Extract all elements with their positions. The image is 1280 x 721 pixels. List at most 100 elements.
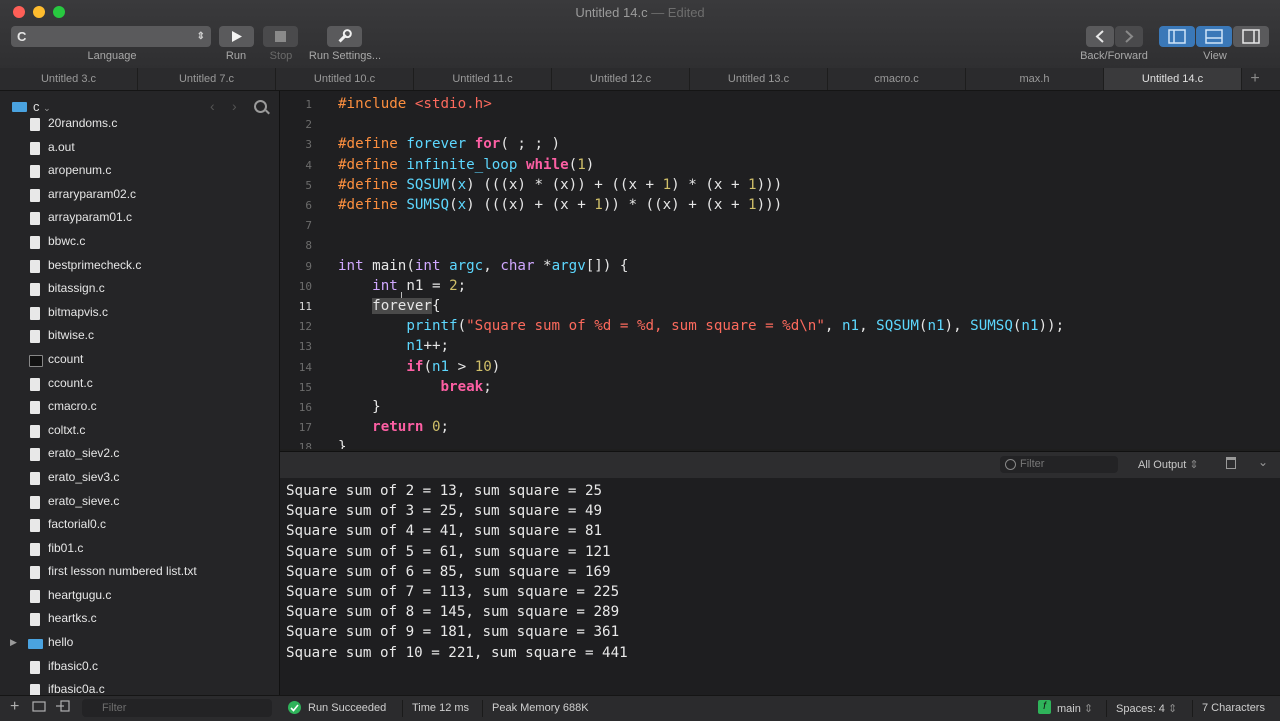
code-token: <stdio.h> (414, 96, 492, 112)
sidebar-file-item[interactable]: fib01.c (0, 538, 279, 562)
code-line[interactable]: } (338, 439, 347, 449)
code-token: ) * (x + (671, 176, 749, 193)
code-token: 0 (431, 419, 441, 436)
tab-untitled-11-c[interactable]: Untitled 11.c (414, 68, 552, 90)
back-button[interactable] (1086, 26, 1114, 47)
console-filter-input[interactable]: Filter (1000, 456, 1118, 473)
code-token: ( (449, 197, 458, 213)
sidebar-file-item[interactable]: ifbasic0.c (0, 656, 279, 680)
code-line[interactable]: n1++; (338, 338, 449, 354)
code-token: , (859, 318, 877, 335)
code-line[interactable]: #define infinite_loop while(1) (338, 157, 594, 173)
code-line[interactable]: #define forever for( ; ; ) (338, 136, 560, 152)
tab-untitled-3-c[interactable]: Untitled 3.c (0, 68, 138, 90)
sidebar-file-item[interactable]: bestprimecheck.c (0, 255, 279, 279)
console-line: Square sum of 4 = 41, sum square = 81 (286, 523, 603, 540)
tab-max-h[interactable]: max.h (966, 68, 1104, 90)
function-select[interactable]: main ⇕ (1057, 702, 1093, 715)
sidebar-file-item[interactable]: ifbasic0a.c (0, 679, 279, 695)
file-list: 20randoms.c a.out aropenum.c arraryparam02.… (0, 113, 279, 695)
folder-icon (12, 102, 27, 112)
code-line[interactable]: if(n1 > 10) (338, 359, 500, 375)
file-icon (30, 283, 40, 297)
code-line[interactable]: int main(int argc, char *argv[]) { (338, 258, 628, 274)
navigator-filter-input[interactable]: Filter (82, 699, 272, 717)
sidebar-file-item[interactable]: arrayparam01.c (0, 207, 279, 231)
sidebar-file-item[interactable]: erato_sieve.c (0, 491, 279, 515)
code-line[interactable]: } (338, 399, 381, 415)
code-token: ( (423, 358, 432, 375)
code-token: #define (338, 176, 407, 193)
sidebar-file-item[interactable]: bitwise.c (0, 325, 279, 349)
code-token: argc (449, 257, 484, 274)
code-line[interactable]: return 0; (338, 419, 449, 435)
toggle-navigator-button[interactable] (1159, 26, 1195, 47)
add-file-icon[interactable]: + (10, 698, 19, 716)
code-line[interactable]: break; (338, 379, 492, 395)
tab-untitled-7-c[interactable]: Untitled 7.c (138, 68, 276, 90)
sidebar-file-item[interactable]: ccount (0, 349, 279, 373)
forward-button[interactable] (1115, 26, 1143, 47)
tab-untitled-13-c[interactable]: Untitled 13.c (690, 68, 828, 90)
tab-untitled-10-c[interactable]: Untitled 10.c (276, 68, 414, 90)
trash-icon[interactable] (1226, 457, 1236, 469)
language-select[interactable]: C ⇕ (11, 26, 211, 47)
function-name: main (1057, 703, 1081, 715)
code-line[interactable]: #define SUMSQ(x) (((x) + (x + 1)) * ((x)… (338, 197, 782, 213)
sidebar-file-item[interactable]: ccount.c (0, 373, 279, 397)
code-token: 1 (577, 156, 586, 173)
toggle-console-button[interactable] (1196, 26, 1232, 47)
sidebar-file-item[interactable]: bbwc.c (0, 231, 279, 255)
search-icon[interactable] (254, 100, 267, 113)
sidebar-file-item[interactable]: a.out (0, 137, 279, 161)
sidebar-file-item[interactable]: heartgugu.c (0, 585, 279, 609)
navigator-forward-icon[interactable]: › (232, 98, 237, 114)
sidebar-file-item[interactable]: bitmapvis.c (0, 302, 279, 326)
sidebar-file-item[interactable]: erato_siev3.c (0, 467, 279, 491)
code-token: #define (338, 197, 407, 213)
indentation-select[interactable]: Spaces: 4 ⇕ (1116, 702, 1177, 715)
sidebar-file-item[interactable]: 20randoms.c (0, 113, 279, 137)
toggle-inspector-button[interactable] (1233, 26, 1269, 47)
tab-untitled-14-c[interactable]: Untitled 14.c (1104, 68, 1242, 90)
tab-cmacro-c[interactable]: cmacro.c (828, 68, 966, 90)
sidebar-file-item[interactable]: factorial0.c (0, 514, 279, 538)
navigator-folder-select[interactable]: c ⌄ (33, 99, 51, 114)
code-line[interactable]: forever{ (338, 298, 441, 314)
import-icon[interactable] (56, 700, 70, 715)
sidebar-file-item[interactable]: coltxt.c (0, 420, 279, 444)
sidebar-file-item[interactable]: arraryparam02.c (0, 184, 279, 208)
sidebar-file-item[interactable]: bitassign.c (0, 278, 279, 302)
code-line[interactable]: #include <stdio.h> (338, 96, 492, 112)
code-line[interactable]: int n1 = 2; (338, 278, 466, 294)
language-value: C (17, 29, 27, 44)
stop-button[interactable] (263, 26, 298, 47)
file-icon (30, 660, 40, 674)
code-editor[interactable]: 1 #include <stdio.h> 2 3 #define forever for… (280, 91, 1280, 449)
code-token: * (543, 257, 552, 274)
tab-untitled-12-c[interactable]: Untitled 12.c (552, 68, 690, 90)
status-divider (1192, 700, 1193, 717)
file-icon (30, 448, 40, 462)
navigator-back-icon[interactable]: ‹ (210, 98, 215, 114)
chevron-down-icon[interactable]: ⌄ (1258, 455, 1268, 469)
add-tab-button[interactable]: + (1242, 68, 1268, 90)
console-output[interactable]: Square sum of 2 = 13, sum square = 25 Squ… (280, 478, 1280, 695)
sidebar-file-item[interactable]: aropenum.c (0, 160, 279, 184)
run-settings-button[interactable] (327, 26, 362, 47)
console-line: Square sum of 8 = 145, sum square = 289 (286, 604, 620, 621)
code-token: x (457, 176, 467, 193)
sidebar-file-item[interactable]: ▶ hello (0, 632, 279, 656)
sidebar-file-item[interactable]: cmacro.c (0, 396, 279, 420)
code-line[interactable]: #define SQSUM(x) (((x) * (x)) + ((x + 1)… (338, 177, 782, 193)
disclosure-triangle-icon[interactable]: ▶ (10, 637, 17, 648)
output-select[interactable]: All Output ⇕ (1138, 458, 1199, 471)
output-select-value: All Output (1138, 459, 1187, 471)
sidebar-file-item[interactable]: first lesson numbered list.txt (0, 561, 279, 585)
code-line[interactable]: printf("Square sum of %d = %d, sum squar… (338, 318, 1064, 334)
sidebar-file-item[interactable]: erato_siev2.c (0, 443, 279, 467)
new-folder-icon[interactable] (32, 700, 46, 715)
run-button[interactable] (219, 26, 254, 47)
sidebar-file-item[interactable]: heartks.c (0, 608, 279, 632)
